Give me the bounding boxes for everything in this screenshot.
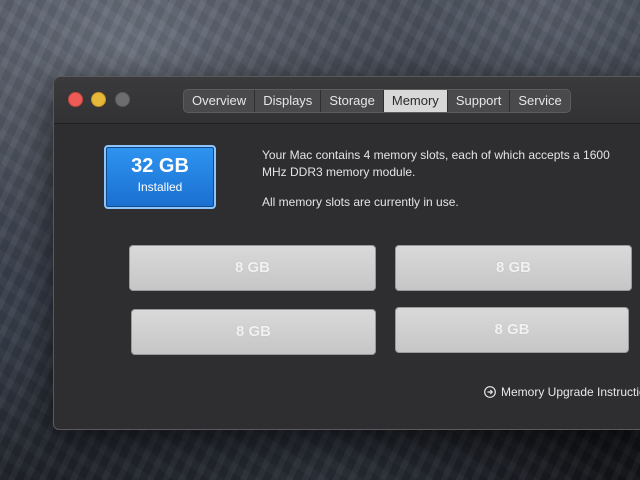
installed-memory-badge: 32 GB Installed: [104, 145, 216, 209]
installed-memory-amount: 32 GB: [131, 155, 189, 177]
arrow-circle-icon: [484, 386, 496, 398]
close-button[interactable]: [68, 92, 83, 107]
memory-upgrade-instructions-link[interactable]: Memory Upgrade Instructio: [484, 385, 640, 399]
tab-displays[interactable]: Displays: [255, 90, 322, 112]
tab-storage[interactable]: Storage: [321, 90, 384, 112]
tab-memory[interactable]: Memory: [383, 90, 448, 112]
memory-slot-3: 8 GB: [131, 309, 376, 355]
zoom-button[interactable]: [115, 92, 130, 107]
memory-upgrade-instructions-label: Memory Upgrade Instructio: [501, 385, 640, 399]
installed-memory-label: Installed: [137, 180, 183, 194]
tab-service[interactable]: Service: [510, 90, 569, 112]
tab-support[interactable]: Support: [448, 90, 511, 112]
about-this-mac-window: Overview Displays Storage Memory Support…: [53, 76, 640, 430]
tab-overview[interactable]: Overview: [184, 90, 256, 112]
memory-description: Your Mac contains 4 memory slots, each o…: [262, 147, 622, 211]
tab-bar: Overview Displays Storage Memory Support…: [183, 89, 571, 113]
window-titlebar: Overview Displays Storage Memory Support…: [54, 77, 640, 124]
memory-slot-4: 8 GB: [395, 307, 629, 353]
memory-slot-2: 8 GB: [395, 245, 632, 291]
memory-slot-1: 8 GB: [129, 245, 376, 291]
memory-slots-description: Your Mac contains 4 memory slots, each o…: [262, 148, 610, 179]
minimize-button[interactable]: [91, 92, 106, 107]
memory-slots-status: All memory slots are currently in use.: [262, 195, 459, 209]
